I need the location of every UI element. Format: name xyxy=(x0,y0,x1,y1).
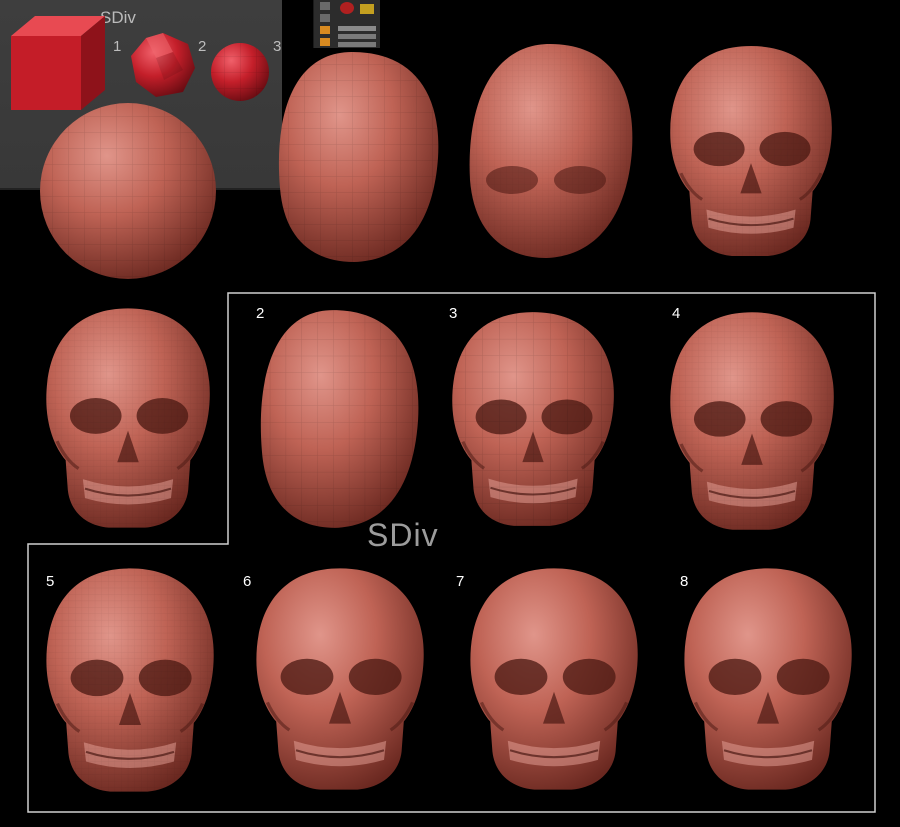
skull-model-sdiv-6 xyxy=(252,562,428,796)
step-label-6: 6 xyxy=(243,573,252,590)
skull-model-sdiv-7 xyxy=(466,562,642,796)
skull-model-sdiv-8 xyxy=(680,562,856,796)
skull-model-sdiv-2 xyxy=(260,310,419,528)
sdiv-caption: SDiv xyxy=(367,517,439,553)
skull-model-sdiv-5 xyxy=(42,562,218,798)
step-label-7: 7 xyxy=(456,573,465,590)
skull-model-sdiv-4 xyxy=(666,306,838,536)
skull-model-sdiv-3 xyxy=(448,306,618,532)
